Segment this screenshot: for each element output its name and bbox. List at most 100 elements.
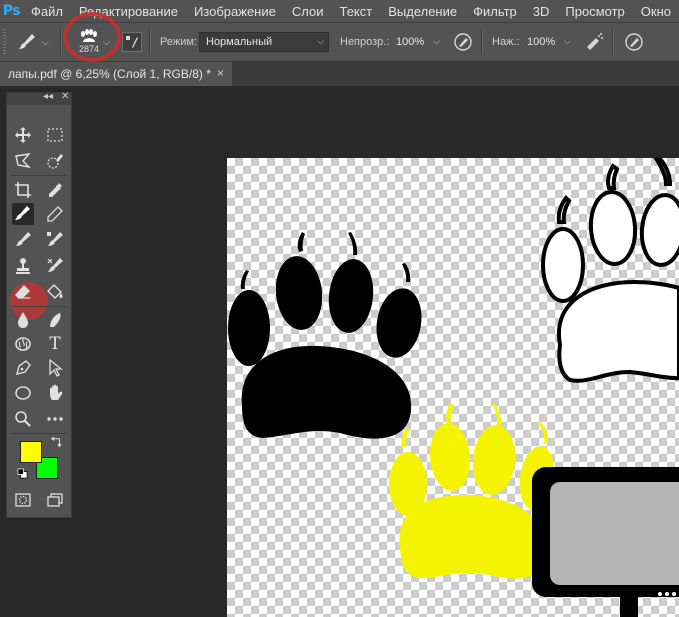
brain-tool[interactable] bbox=[12, 333, 34, 355]
divider bbox=[11, 433, 67, 434]
brush-icon bbox=[15, 206, 30, 220]
brain-icon bbox=[15, 337, 31, 351]
document-tab-bar: лапы.pdf @ 6,25% (Слой 1, RGB/8) * × bbox=[0, 62, 679, 86]
pen-nib-icon bbox=[16, 360, 31, 375]
divider bbox=[149, 29, 151, 55]
divider bbox=[11, 175, 67, 176]
hand-tool[interactable] bbox=[44, 382, 66, 404]
eyedropper-icon bbox=[49, 183, 62, 197]
size-pressure-button[interactable] bbox=[624, 32, 644, 52]
menu-type[interactable]: Текст bbox=[331, 4, 380, 19]
mixer-brush-tool[interactable] bbox=[44, 229, 66, 251]
path-selection-tool[interactable] bbox=[44, 357, 66, 379]
divider bbox=[481, 29, 483, 55]
tools-panel: ◂◂ ✕ T bbox=[6, 91, 72, 518]
options-bar-grip[interactable] bbox=[3, 29, 6, 55]
collapse-icon[interactable]: ◂◂ bbox=[43, 91, 53, 102]
brush-icon bbox=[19, 34, 35, 49]
brush-panel-toggle-button[interactable] bbox=[122, 32, 142, 52]
close-icon[interactable]: ✕ bbox=[61, 91, 69, 102]
screen-mode-icon bbox=[47, 493, 63, 507]
arrow-pointer-icon bbox=[49, 359, 63, 377]
ellipse-icon bbox=[15, 386, 31, 400]
document-tab[interactable]: лапы.pdf @ 6,25% (Слой 1, RGB/8) * × bbox=[0, 62, 232, 86]
type-tool[interactable]: T bbox=[44, 333, 66, 355]
paint-bucket-icon bbox=[47, 284, 63, 299]
tools-panel-header[interactable]: ◂◂ ✕ bbox=[7, 91, 71, 105]
eraser-icon bbox=[15, 285, 30, 299]
quick-mask-button[interactable] bbox=[12, 489, 34, 511]
history-brush-icon bbox=[16, 232, 31, 246]
chevron-down-icon: ⌵ bbox=[317, 36, 324, 46]
history-brush-tool[interactable] bbox=[12, 229, 34, 251]
paint-bucket-tool[interactable] bbox=[44, 281, 66, 303]
tool-preset-picker[interactable] bbox=[16, 32, 38, 52]
clone-stamp-tool[interactable] bbox=[12, 255, 34, 277]
screen-mode-button[interactable] bbox=[44, 489, 66, 511]
lasso-tool[interactable] bbox=[12, 150, 34, 172]
annotation-circle bbox=[63, 12, 121, 62]
more-tools-button[interactable] bbox=[44, 408, 66, 430]
ellipsis-icon bbox=[47, 417, 63, 421]
smudge-finger-icon bbox=[50, 313, 61, 327]
default-colors-icon bbox=[17, 468, 27, 478]
opacity-pressure-button[interactable] bbox=[453, 32, 473, 52]
crop-tool[interactable] bbox=[12, 179, 34, 201]
chevron-down-icon[interactable]: ⌵ bbox=[564, 36, 571, 47]
pencil-tool[interactable] bbox=[44, 203, 66, 225]
blend-mode-value: Нормальный bbox=[206, 36, 273, 48]
divider bbox=[612, 29, 614, 55]
divider bbox=[60, 29, 62, 55]
hand-icon bbox=[50, 384, 63, 400]
quick-selection-tool[interactable] bbox=[44, 150, 66, 172]
blur-drop-icon bbox=[18, 312, 28, 328]
close-icon[interactable]: × bbox=[217, 66, 224, 80]
menu-layers[interactable]: Слои bbox=[284, 4, 332, 19]
flow-value[interactable]: 100% bbox=[527, 36, 555, 48]
move-icon bbox=[15, 127, 31, 143]
document-tab-title: лапы.pdf @ 6,25% (Слой 1, RGB/8) * bbox=[8, 67, 211, 81]
history-art-brush-tool[interactable] bbox=[44, 255, 66, 277]
swap-colors-button[interactable] bbox=[49, 436, 63, 450]
polygonal-lasso-icon bbox=[15, 153, 32, 169]
eyedropper-tool[interactable] bbox=[44, 179, 66, 201]
quick-selection-icon bbox=[47, 154, 63, 169]
menu-file[interactable]: Файл bbox=[23, 4, 71, 19]
menu-filter[interactable]: Фильтр bbox=[465, 4, 525, 19]
airbrush-icon bbox=[587, 33, 603, 50]
foreground-color-swatch[interactable] bbox=[20, 441, 42, 463]
brush-tool[interactable] bbox=[12, 203, 34, 225]
eraser-tool[interactable] bbox=[12, 281, 34, 303]
menu-view[interactable]: Просмотр bbox=[557, 4, 632, 19]
move-tool[interactable] bbox=[12, 124, 34, 146]
blend-mode-select[interactable]: Нормальный ⌵ bbox=[199, 32, 329, 52]
menu-3d[interactable]: 3D bbox=[525, 4, 558, 19]
art-history-brush-icon bbox=[47, 258, 63, 272]
rect-marquee-icon bbox=[47, 128, 63, 142]
swap-arrow-icon bbox=[50, 437, 62, 448]
pressure-pen-icon bbox=[454, 33, 472, 51]
opacity-value[interactable]: 100% bbox=[396, 36, 424, 48]
document-canvas[interactable] bbox=[227, 158, 679, 617]
menu-window[interactable]: Окно bbox=[633, 4, 679, 19]
default-colors-button[interactable] bbox=[16, 467, 28, 479]
photoshop-logo: Ps bbox=[2, 3, 21, 19]
magnifier-icon bbox=[15, 411, 31, 427]
stamp-icon bbox=[16, 258, 30, 274]
smudge-tool[interactable] bbox=[44, 309, 66, 331]
marquee-tool[interactable] bbox=[44, 124, 66, 146]
menu-select[interactable]: Выделение bbox=[380, 4, 465, 19]
blur-tool[interactable] bbox=[12, 309, 34, 331]
airbrush-button[interactable] bbox=[584, 32, 604, 52]
pencil-icon bbox=[47, 206, 63, 222]
chevron-down-icon[interactable]: ⌵ bbox=[433, 36, 440, 47]
chevron-down-icon[interactable]: ⌵ bbox=[42, 37, 49, 48]
quick-mask-icon bbox=[15, 493, 31, 507]
ellipse-tool[interactable] bbox=[12, 382, 34, 404]
type-t-icon: T bbox=[49, 334, 61, 354]
flow-label: Наж.: bbox=[492, 36, 520, 48]
pressure-pen-icon bbox=[625, 33, 643, 51]
menu-image[interactable]: Изображение bbox=[186, 4, 284, 19]
pen-tool[interactable] bbox=[12, 357, 34, 379]
zoom-tool[interactable] bbox=[12, 408, 34, 430]
